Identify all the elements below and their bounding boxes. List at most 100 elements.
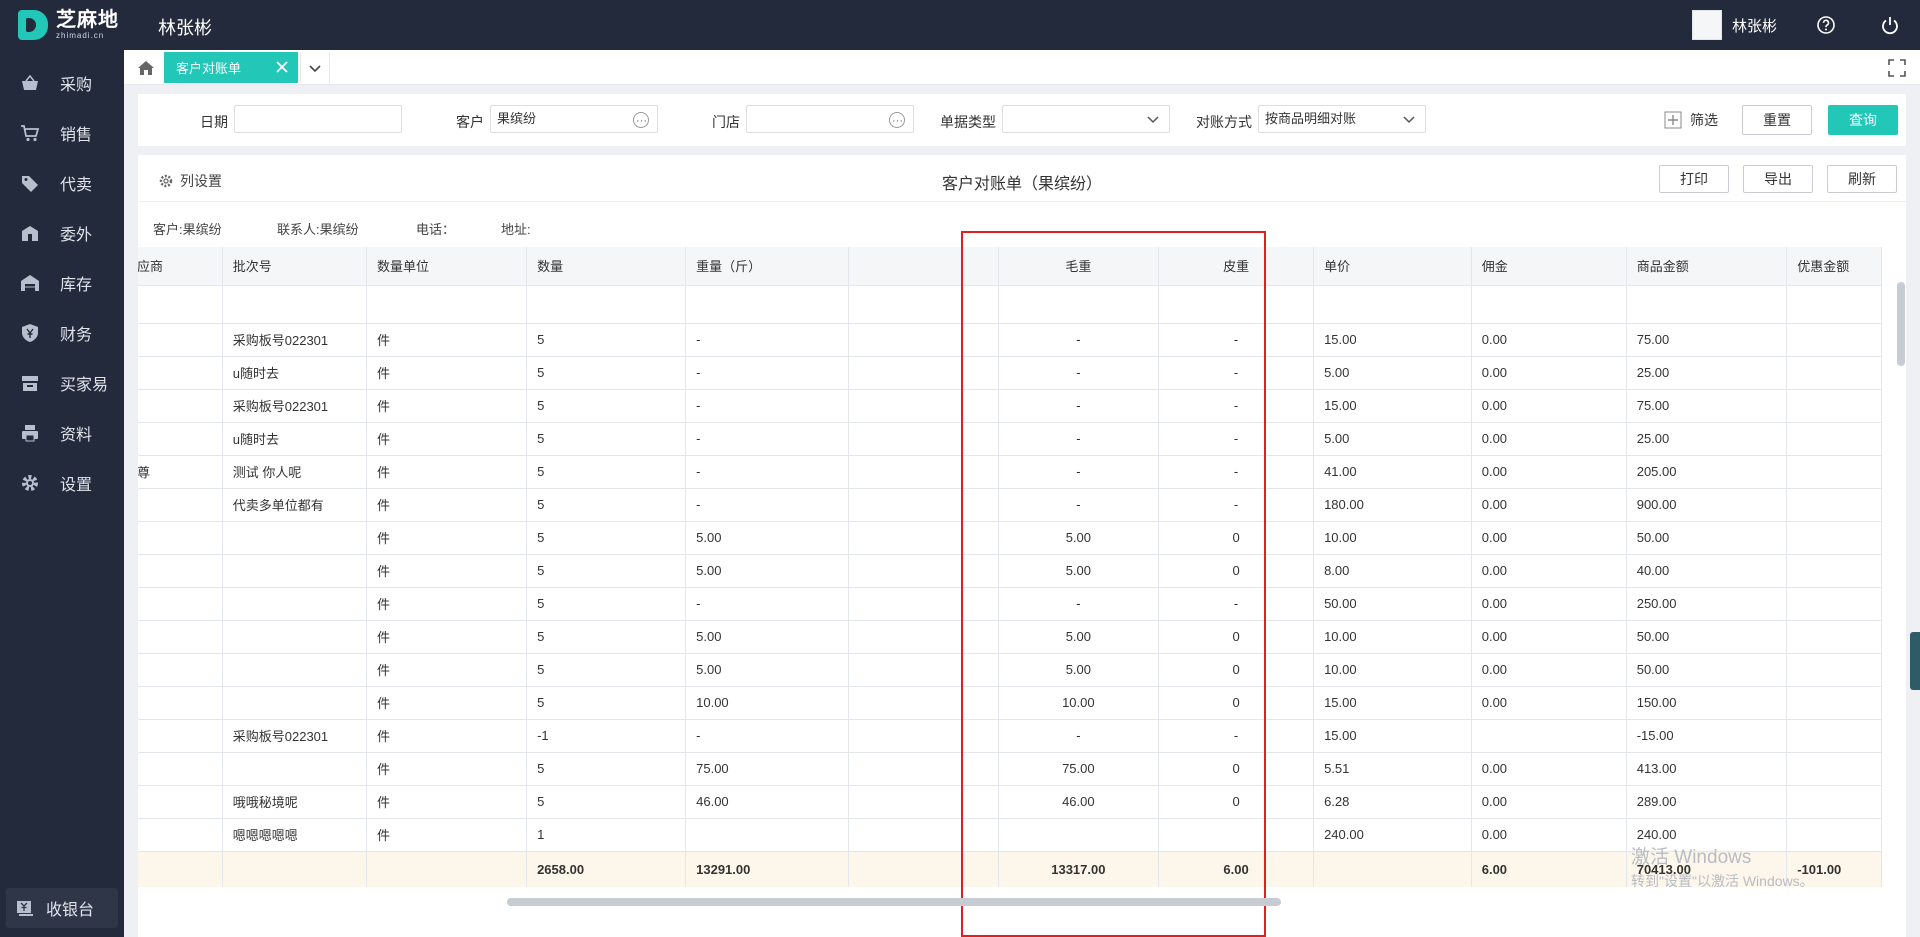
table-cell: 采购板号022301: [222, 719, 368, 753]
filter-toggle[interactable]: 筛选: [1664, 110, 1718, 130]
tab-dropdown-button[interactable]: [300, 52, 330, 83]
table-cell: 5.00: [998, 521, 1160, 555]
table-cell: 10.00: [1313, 521, 1472, 555]
column-header[interactable]: 优惠金额: [1786, 247, 1882, 286]
date-field[interactable]: [234, 105, 402, 133]
table-cell: [222, 653, 368, 687]
table-row[interactable]: 件 5 10.00 10.00 0 15.00 0.00 150.00: [138, 686, 1882, 720]
column-header[interactable]: 数量单位: [366, 247, 528, 286]
home-icon[interactable]: [132, 54, 160, 81]
sidebar-item-data[interactable]: 资料: [0, 408, 124, 458]
table-row[interactable]: 件 5 75.00 75.00 0 5.51 0.00 413.00: [138, 752, 1882, 786]
sidebar-item-finance[interactable]: 财务: [0, 308, 124, 358]
fullscreen-icon[interactable]: [1888, 59, 1906, 77]
column-header[interactable]: 皮重: [1158, 247, 1315, 286]
table-cell: [848, 455, 999, 489]
table-cell: 0.00: [1471, 686, 1627, 720]
logo-subtext: zhimadi.cn: [56, 31, 105, 40]
total-cell: 6.00: [1158, 851, 1315, 887]
cart-icon: [20, 123, 40, 143]
table-cell: 嗯嗯嗯嗯嗯: [222, 818, 368, 852]
table-cell: u随时去: [222, 356, 368, 390]
table-cell: 46.00: [998, 785, 1160, 819]
sidebar-item-buyer[interactable]: 买家易: [0, 358, 124, 408]
table-cell: [138, 521, 223, 555]
table-cell: 测试 你人呢: [222, 455, 368, 489]
table-row[interactable]: u随时去件 5- - -5.00 0.00 25.00: [138, 422, 1882, 456]
column-header[interactable]: 佣金: [1471, 247, 1627, 286]
export-button[interactable]: 导出: [1743, 165, 1813, 193]
tab-label: 客户对账单: [176, 61, 242, 76]
more-options-icon[interactable]: [633, 108, 649, 134]
column-header[interactable]: 单价: [1313, 247, 1472, 286]
table-row[interactable]: 商采购板号022301件5---15.000.0075.00: [138, 389, 1882, 423]
more-options-icon[interactable]: [889, 108, 905, 134]
column-header[interactable]: 供应商: [138, 247, 223, 286]
column-header[interactable]: 重量（斤）: [685, 247, 849, 286]
store-icon: [20, 373, 40, 393]
total-cell: [1313, 851, 1472, 887]
statement-panel: 列设置 客户对账单（果缤纷） 打印 导出 刷新 客户:果缤纷 联系人:果缤纷 电…: [138, 155, 1906, 937]
info-phone: 电话：: [416, 222, 456, 237]
sidebar-item-consign[interactable]: 代卖: [0, 158, 124, 208]
table-cell: 公: [138, 488, 223, 522]
table-row[interactable]: [138, 285, 1882, 324]
table-cell: 0: [1158, 752, 1315, 786]
table-row[interactable]: 嗯嗯嗯嗯嗯件 1 240.00 0.00 240.00: [138, 818, 1882, 852]
table-row[interactable]: 至尊测试 你人呢件5---41.000.00205.00: [138, 455, 1882, 489]
store-field[interactable]: [746, 105, 914, 134]
column-header[interactable]: 毛重: [998, 247, 1160, 286]
table-cell: 0.00: [1471, 389, 1627, 423]
column-header[interactable]: 商品金额: [1626, 247, 1788, 286]
user-name[interactable]: 林张彬: [1732, 15, 1777, 36]
table-row[interactable]: 商采购板号022301件-1---15.00-15.00: [138, 719, 1882, 753]
table-row[interactable]: 件 5 5.00 5.00 0 10.00 0.00 50.00: [138, 620, 1882, 654]
doctype-label: 单据类型: [940, 114, 996, 130]
app-logo[interactable]: 芝麻地 zhimadi.cn: [18, 10, 119, 40]
sidebar-item-outsource[interactable]: 委外: [0, 208, 124, 258]
table-row[interactable]: 件 5 5.00 5.00 0 10.00 0.00 50.00: [138, 521, 1882, 555]
table-cell: -1: [526, 719, 687, 753]
table-row[interactable]: 件 5 5.00 5.00 0 10.00 0.00 50.00: [138, 653, 1882, 687]
avatar[interactable]: [1692, 10, 1722, 40]
doctype-select[interactable]: [1002, 105, 1170, 133]
table-cell: [1471, 719, 1627, 753]
help-icon[interactable]: [1813, 12, 1839, 38]
customer-field[interactable]: 果缤纷: [490, 105, 658, 134]
cashier-button[interactable]: 收银台: [6, 888, 118, 928]
table-cell: [222, 587, 368, 621]
sidebar-item-inventory[interactable]: 库存: [0, 258, 124, 308]
table-cell: 0.00: [1471, 620, 1627, 654]
side-handle[interactable]: [1910, 632, 1920, 690]
reset-button[interactable]: 重置: [1742, 105, 1812, 135]
table-row[interactable]: u随时去件 5- - -5.00 0.00 25.00: [138, 356, 1882, 390]
query-button[interactable]: 查询: [1828, 105, 1898, 135]
close-icon[interactable]: [274, 59, 290, 75]
table-row[interactable]: 哦哦秘境呢件 5 46.00 46.00 0 6.28 0.00 289.00: [138, 785, 1882, 819]
table-cell: 5: [526, 554, 687, 588]
print-button[interactable]: 打印: [1659, 165, 1729, 193]
sidebar-item-settings[interactable]: 设置: [0, 458, 124, 508]
sidebar-item-sales[interactable]: 销售: [0, 108, 124, 158]
table-cell: 5: [526, 455, 687, 489]
table-row[interactable]: 公代卖多单位都有件5---180.000.00900.00: [138, 488, 1882, 522]
horizontal-scrollbar[interactable]: [507, 898, 1281, 906]
method-select[interactable]: 按商品明细对账: [1258, 105, 1426, 133]
table-cell: -: [685, 323, 849, 357]
table-row[interactable]: 件 5- - -50.00 0.00 250.00: [138, 587, 1882, 621]
power-icon[interactable]: [1877, 12, 1903, 38]
table-cell: [1786, 785, 1882, 819]
column-header[interactable]: 数量: [526, 247, 687, 286]
refresh-button[interactable]: 刷新: [1827, 165, 1897, 193]
table-cell: 5: [526, 785, 687, 819]
tab-customer-statement[interactable]: 客户对账单: [164, 52, 298, 83]
table-cell: [998, 285, 1160, 324]
table-row[interactable]: 商采购板号022301件5---15.000.0075.00: [138, 323, 1882, 357]
column-header[interactable]: 批次号: [222, 247, 368, 286]
table-row[interactable]: 件 5 5.00 5.00 0 8.00 0.00 40.00: [138, 554, 1882, 588]
total-cell: 6.00: [1471, 851, 1627, 887]
column-header[interactable]: [848, 247, 999, 286]
vertical-scrollbar[interactable]: [1897, 282, 1905, 366]
table-cell: -15.00: [1626, 719, 1788, 753]
sidebar-item-purchase[interactable]: 采购: [0, 58, 124, 108]
